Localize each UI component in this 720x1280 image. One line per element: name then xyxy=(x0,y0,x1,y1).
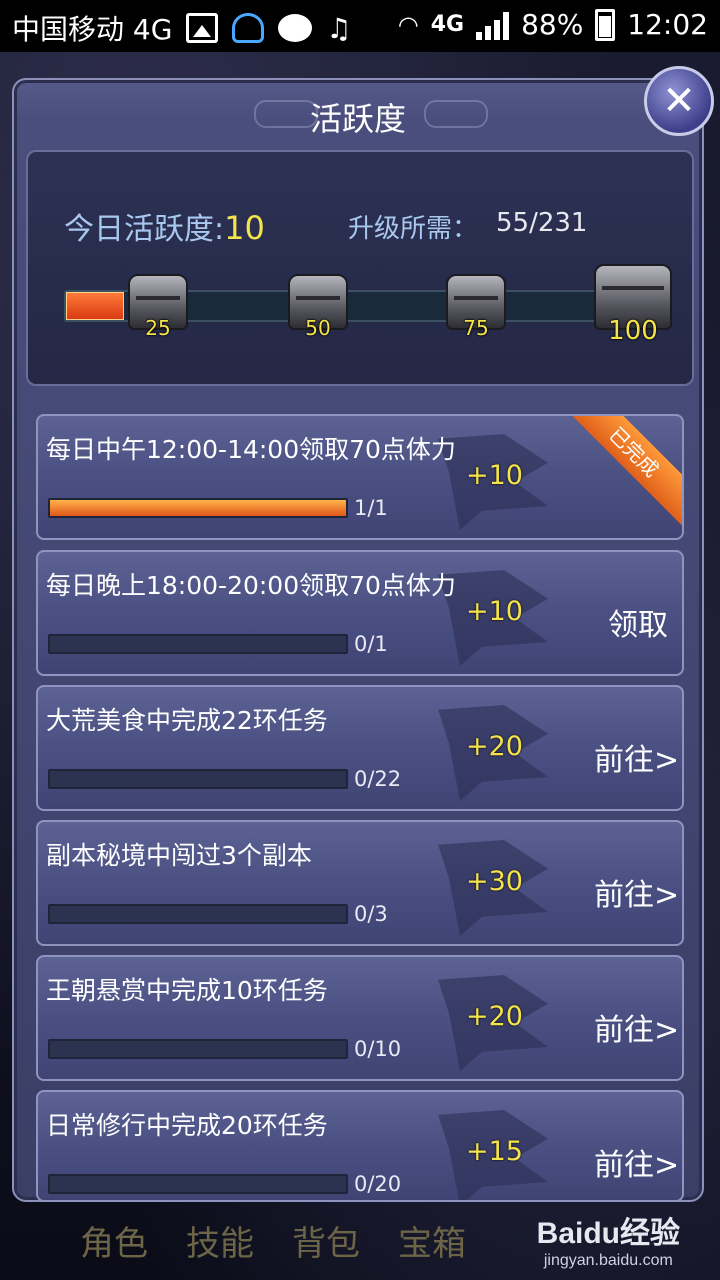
carrier-label: 中国移动 4G xyxy=(12,13,173,46)
watermark: Baidu经验 jingyan.baidu.com xyxy=(537,1208,680,1270)
go-button[interactable]: 前往> xyxy=(594,1005,679,1049)
nav-item-character[interactable]: 角色 xyxy=(80,1200,148,1280)
task-title: 日常修行中完成20环任务 xyxy=(46,1111,328,1140)
signal-icon xyxy=(476,10,510,40)
battery-icon xyxy=(595,8,616,41)
completed-badge: 已完成 xyxy=(550,416,682,536)
watermark-url: jingyan.baidu.com xyxy=(543,1252,673,1269)
required-label: 升级所需： xyxy=(348,214,479,244)
watermark-logo: Baidu经验 xyxy=(536,1217,680,1250)
task-title: 副本秘境中闯过3个副本 xyxy=(46,841,312,870)
nav-item-bag[interactable]: 背包 xyxy=(292,1200,360,1280)
task-points: +10 xyxy=(466,596,523,627)
image-icon xyxy=(186,13,219,43)
today-activity-label: 今日活跃度: xyxy=(64,212,225,247)
wifi-icon: ◠ xyxy=(397,10,419,39)
task-progress-bar xyxy=(48,634,348,654)
task-points: +15 xyxy=(466,1136,523,1167)
claim-button[interactable]: 领取 xyxy=(608,600,668,644)
network-type: 4G xyxy=(430,12,465,37)
battery-percent: 88% xyxy=(521,8,584,41)
wechat-icon xyxy=(278,14,313,42)
clock: 12:02 xyxy=(627,8,708,41)
task-progress-bar xyxy=(48,1174,348,1194)
task-progress-text: 0/1 xyxy=(354,632,388,656)
chest-label-25: 25 xyxy=(145,316,171,340)
task-row: 日常修行中完成20环任务 0/20 +15 前往> xyxy=(36,1090,684,1202)
status-bar: 中国移动 4G ♫ ◠ 4G 88% 12:02 xyxy=(0,0,720,52)
panel-title: 活跃度 xyxy=(309,100,406,138)
today-activity-value: 10 xyxy=(224,209,265,247)
activity-progress-fill xyxy=(66,292,124,320)
task-points: +30 xyxy=(466,866,523,897)
task-progress-bar xyxy=(48,1039,348,1059)
task-progress-text: 0/3 xyxy=(354,902,388,926)
task-points: +20 xyxy=(466,1001,523,1032)
task-title: 大荒美食中完成22环任务 xyxy=(46,706,328,735)
headset-icon xyxy=(232,13,265,43)
today-activity: 今日活跃度:10 xyxy=(64,204,265,248)
task-row: 副本秘境中闯过3个副本 0/3 +30 前往> xyxy=(36,820,684,946)
nav-item-chest[interactable]: 宝箱 xyxy=(398,1200,466,1280)
task-progress-fill xyxy=(50,500,346,516)
go-button[interactable]: 前往> xyxy=(594,1140,679,1184)
task-progress-bar xyxy=(48,904,348,924)
task-progress-text: 0/20 xyxy=(354,1172,402,1196)
music-icon: ♫ xyxy=(326,11,352,45)
activity-summary: 今日活跃度:10 升级所需： 55/231 25 50 75 100 xyxy=(26,150,694,386)
go-button[interactable]: 前往> xyxy=(594,735,679,779)
task-progress-text: 0/10 xyxy=(354,1037,402,1061)
nav-item-skills[interactable]: 技能 xyxy=(186,1200,254,1280)
task-row: 每日中午12:00-14:00领取70点体力 1/1 +10 已完成 xyxy=(36,414,684,540)
task-row: 王朝悬赏中完成10环任务 0/10 +20 前往> xyxy=(36,955,684,1081)
task-row: 每日晚上18:00-20:00领取70点体力 0/1 +10 领取 xyxy=(36,550,684,676)
close-button[interactable]: ✕ xyxy=(644,66,714,136)
chest-label-100: 100 xyxy=(608,316,658,346)
task-title: 每日晚上18:00-20:00领取70点体力 xyxy=(46,571,456,600)
task-points: +10 xyxy=(466,460,523,491)
task-points: +20 xyxy=(466,731,523,762)
task-progress-bar xyxy=(48,769,348,789)
go-button[interactable]: 前往> xyxy=(594,870,679,914)
task-title: 王朝悬赏中完成10环任务 xyxy=(46,976,328,1005)
close-icon: ✕ xyxy=(662,78,696,124)
required-value: 55/231 xyxy=(496,208,588,238)
chest-label-75: 75 xyxy=(463,316,489,340)
task-progress-text: 1/1 xyxy=(354,496,388,520)
task-progress-bar xyxy=(48,498,348,518)
task-title: 每日中午12:00-14:00领取70点体力 xyxy=(46,435,456,464)
task-progress-text: 0/22 xyxy=(354,767,402,791)
task-row: 大荒美食中完成22环任务 0/22 +20 前往> xyxy=(36,685,684,811)
chest-label-50: 50 xyxy=(305,316,331,340)
